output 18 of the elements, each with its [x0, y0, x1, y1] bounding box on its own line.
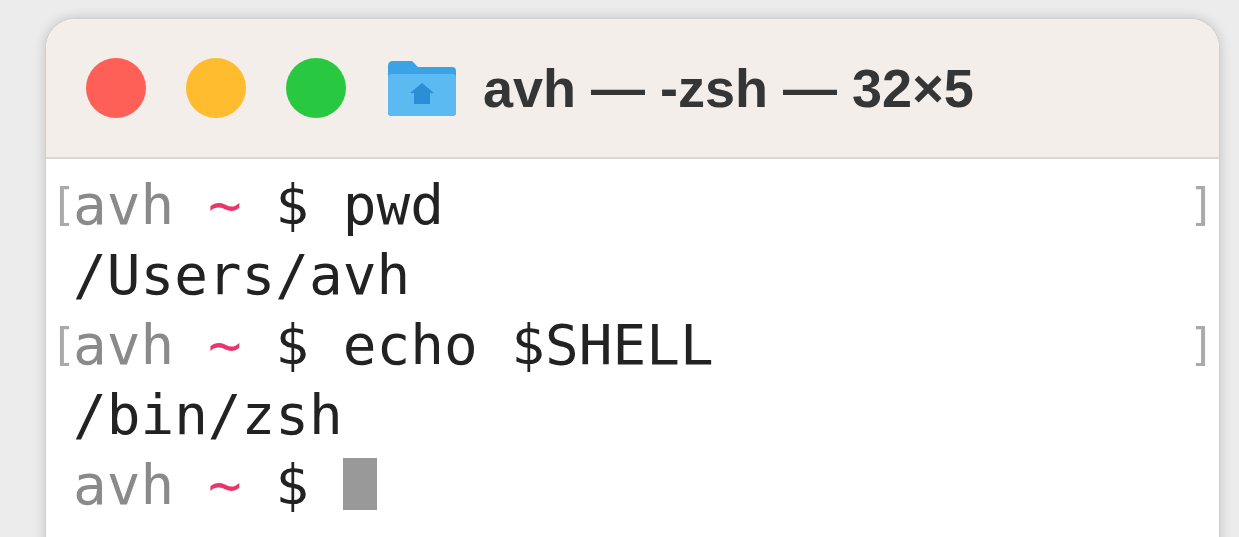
- window-title: avh — -zsh — 32×5: [483, 57, 974, 119]
- mark-bracket: ]: [1188, 318, 1215, 370]
- minimize-button[interactable]: [186, 58, 246, 118]
- prompt-directory: ~: [207, 311, 242, 377]
- close-button[interactable]: [86, 58, 146, 118]
- zoom-button[interactable]: [286, 58, 346, 118]
- output-text: /bin/zsh: [73, 381, 343, 447]
- prompt-symbol: $: [275, 451, 310, 517]
- prompt-symbol: $: [275, 311, 310, 377]
- output-text: /Users/avh: [73, 241, 411, 307]
- prompt-directory: ~: [207, 171, 242, 237]
- prompt-user: avh: [73, 451, 175, 517]
- command-text: echo $SHELL: [342, 311, 714, 377]
- prompt-symbol: $: [275, 171, 310, 237]
- command-text: pwd: [342, 171, 444, 237]
- prompt-directory: ~: [207, 451, 242, 517]
- home-folder-icon: [386, 58, 458, 118]
- mark-bracket: ]: [1188, 178, 1215, 230]
